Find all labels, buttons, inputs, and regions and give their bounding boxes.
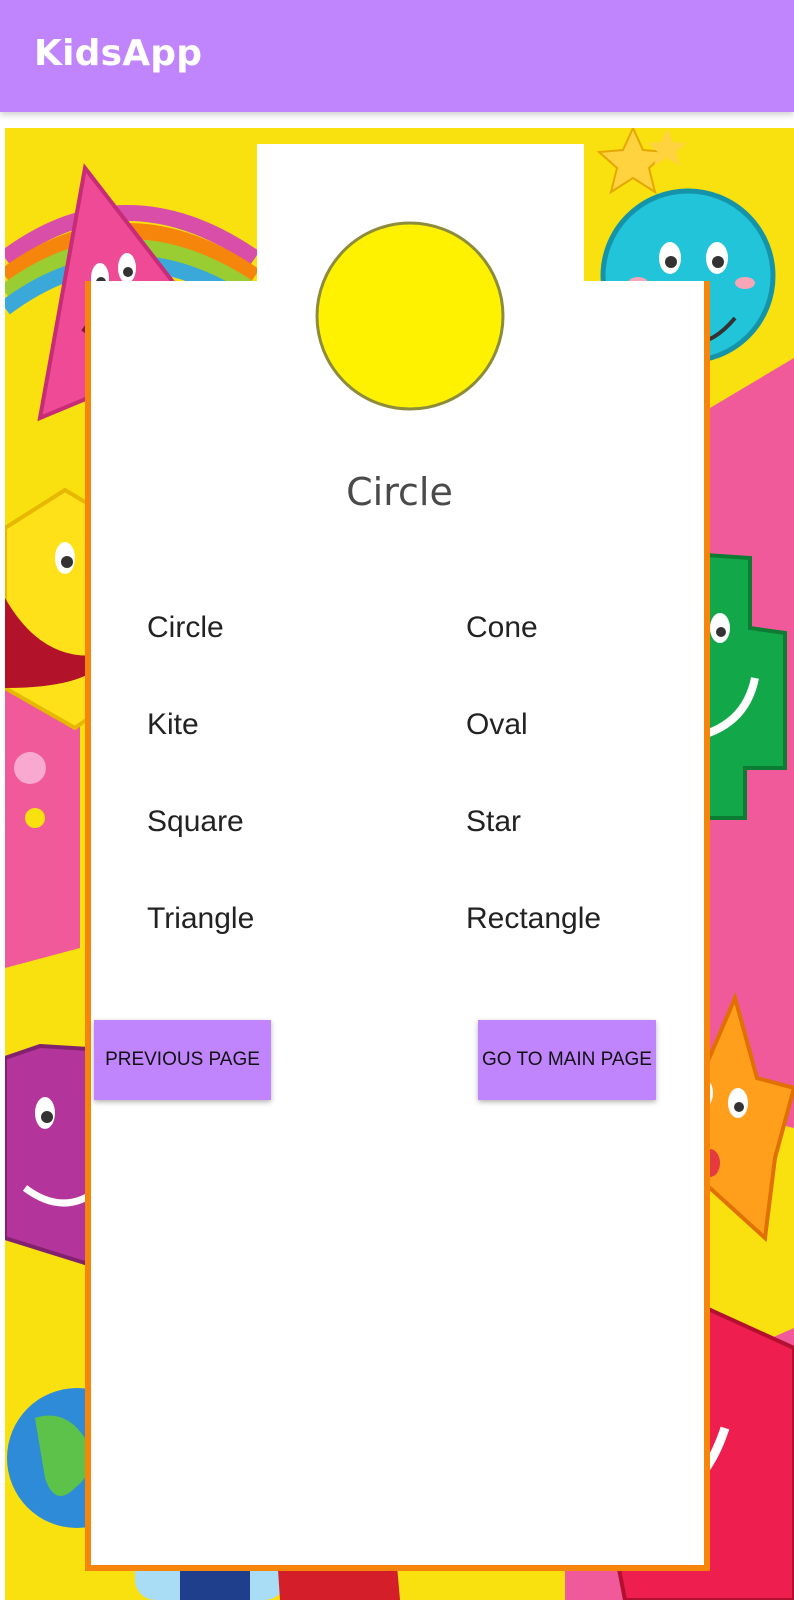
option-star[interactable]: Star bbox=[466, 805, 521, 839]
app-bar: KidsApp bbox=[0, 0, 794, 112]
shape-caption: Circle bbox=[346, 470, 453, 514]
option-rectangle[interactable]: Rectangle bbox=[466, 902, 601, 936]
background-frame: Circle Circle Cone Kite Oval Square Star… bbox=[5, 128, 794, 1600]
option-triangle[interactable]: Triangle bbox=[147, 902, 254, 936]
option-oval[interactable]: Oval bbox=[466, 708, 528, 742]
option-square[interactable]: Square bbox=[147, 805, 244, 839]
option-kite[interactable]: Kite bbox=[147, 708, 199, 742]
previous-page-button[interactable]: PREVIOUS PAGE bbox=[94, 1020, 271, 1100]
circle-shape-image bbox=[315, 221, 505, 411]
option-cone[interactable]: Cone bbox=[466, 611, 538, 645]
star-decoration-icon bbox=[596, 128, 687, 195]
option-circle[interactable]: Circle bbox=[147, 611, 224, 645]
app-title: KidsApp bbox=[34, 33, 203, 74]
main-page-button[interactable]: GO TO MAIN PAGE bbox=[478, 1020, 656, 1100]
